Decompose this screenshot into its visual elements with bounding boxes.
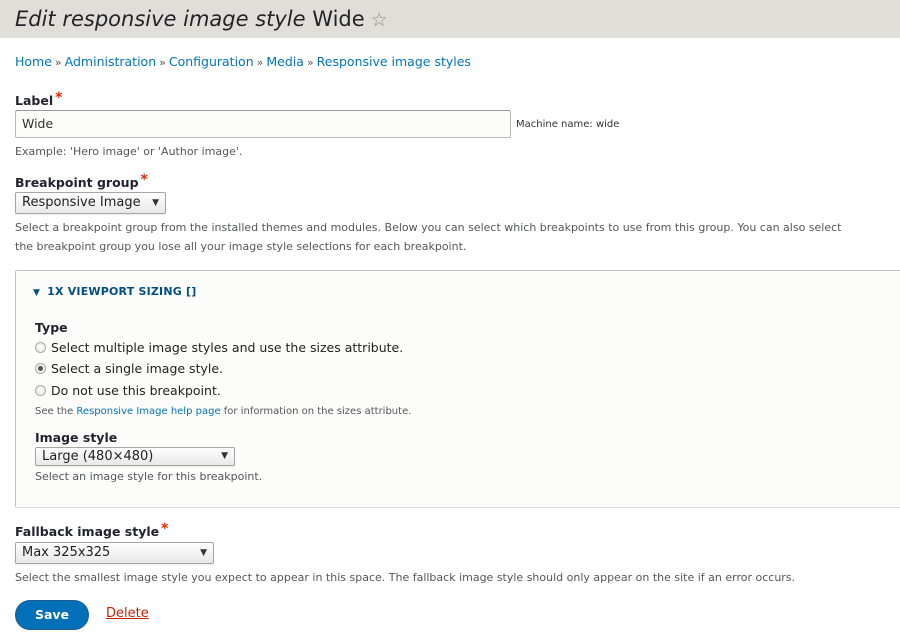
image-style-value: Large (480×480) [42, 449, 154, 464]
required-marker: * [55, 90, 63, 106]
type-label: Type [35, 320, 68, 335]
star-icon[interactable]: ☆ [371, 6, 388, 34]
required-marker: * [140, 172, 148, 188]
image-style-description: Select an image style for this breakpoin… [35, 470, 263, 483]
delete-link[interactable]: Delete [106, 606, 149, 621]
page-header: Edit responsive image style Wide ☆ [0, 0, 900, 38]
chevron-down-icon: ▼ [221, 451, 228, 461]
breakpoint-group-description-line2: the breakpoint group you lose all your i… [15, 240, 467, 253]
radio-option-none[interactable]: Do not use this breakpoint. [35, 383, 221, 398]
breadcrumb-separator: » [256, 56, 264, 69]
breakpoint-group-select[interactable]: Responsive Image ▼ [15, 192, 166, 214]
breakpoint-group-label: Breakpoint group * [15, 172, 148, 190]
image-style-select[interactable]: Large (480×480) ▼ [35, 447, 235, 466]
chevron-down-icon: ▼ [200, 548, 207, 558]
page-title-prefix: Edit responsive image style [15, 7, 306, 31]
responsive-image-help-link[interactable]: Responsive Image help page [76, 406, 220, 417]
help-suffix: for information on the sizes attribute. [220, 406, 412, 417]
radio-button[interactable] [35, 342, 46, 353]
fallback-value: Max 325x325 [22, 545, 111, 560]
fallback-image-style-label: Fallback image style * [15, 521, 168, 539]
page-title: Edit responsive image style Wide ☆ [15, 5, 388, 34]
breadcrumb-responsive-image-styles[interactable]: Responsive image styles [317, 54, 471, 69]
chevron-down-icon: ▼ [152, 198, 159, 208]
breadcrumb-separator: » [54, 56, 62, 69]
fallback-description: Select the smallest image style you expe… [15, 571, 796, 584]
radio-button-checked[interactable] [35, 363, 46, 374]
breadcrumb: Home» Administration» Configuration» Media»… [15, 54, 471, 69]
save-button[interactable]: Save [15, 600, 89, 630]
viewport-sizing-title: 1X VIEWPORT SIZING [] [47, 285, 197, 298]
breakpoint-group-description-line1: Select a breakpoint group from the insta… [15, 221, 842, 234]
radio-option-single[interactable]: Select a single image style. [35, 361, 223, 376]
page-title-name: Wide [312, 7, 365, 31]
radio-button[interactable] [35, 385, 46, 396]
breadcrumb-media[interactable]: Media [266, 54, 304, 69]
required-marker: * [161, 521, 169, 537]
label-field-label: Label * [15, 90, 62, 108]
radio-option-multiple[interactable]: Select multiple image styles and use the… [35, 340, 403, 355]
fallback-image-style-select[interactable]: Max 325x325 ▼ [15, 542, 214, 564]
breakpoint-group-value: Responsive Image [22, 195, 141, 210]
viewport-sizing-details: ▼ 1X VIEWPORT SIZING [] Type Select multi… [15, 270, 900, 508]
label-text: Label [15, 93, 54, 108]
collapse-triangle-icon: ▼ [33, 288, 41, 298]
sizes-help-text: See the Responsive Image help page for i… [35, 406, 411, 417]
radio-label: Select multiple image styles and use the… [51, 340, 404, 355]
breadcrumb-separator: » [159, 56, 166, 69]
label-input[interactable]: Wide [15, 110, 511, 138]
image-style-label: Image style [35, 430, 118, 445]
viewport-sizing-summary[interactable]: ▼ 1X VIEWPORT SIZING [] [33, 285, 196, 298]
radio-label: Do not use this breakpoint. [51, 383, 221, 398]
radio-label: Select a single image style. [51, 361, 224, 376]
breadcrumb-administration[interactable]: Administration [65, 54, 156, 69]
label-description: Example: 'Hero image' or 'Author image'. [15, 145, 243, 158]
breakpoint-group-label-text: Breakpoint group [15, 175, 139, 190]
breadcrumb-home[interactable]: Home [15, 54, 52, 69]
machine-name: Machine name: wide [516, 119, 620, 130]
breadcrumb-configuration[interactable]: Configuration [169, 54, 254, 69]
fallback-label-text: Fallback image style [15, 524, 160, 539]
help-prefix: See the [35, 406, 77, 417]
breadcrumb-separator: » [306, 56, 314, 69]
